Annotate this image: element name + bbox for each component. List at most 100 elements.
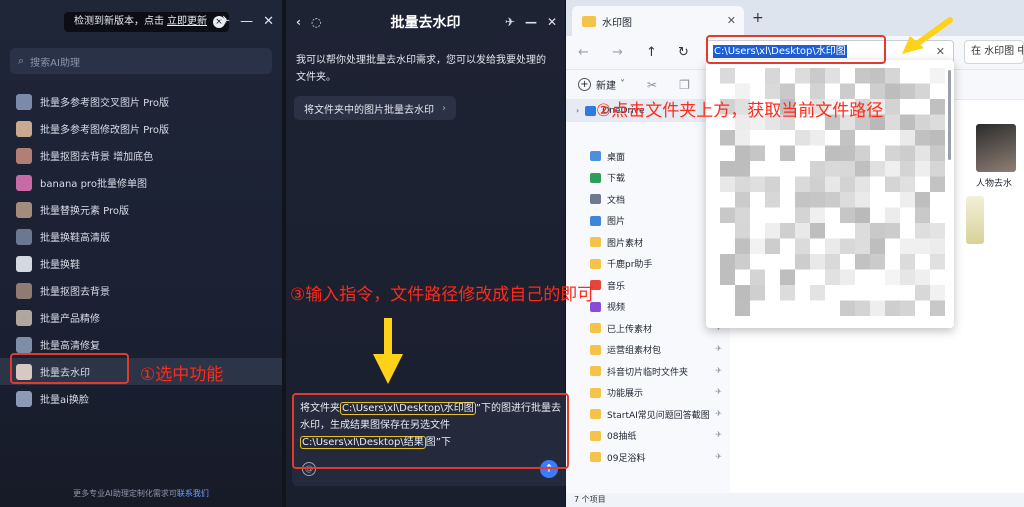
pin-icon[interactable]: ✈ — [715, 430, 722, 439]
pin-icon[interactable]: ✈ — [715, 409, 722, 418]
forward-arrow-icon[interactable]: → — [612, 45, 623, 60]
folder-icon — [590, 151, 601, 162]
pin-icon[interactable]: ✈ — [715, 344, 722, 353]
function-item[interactable]: 批量多参考图修改图片 Pro版 — [0, 115, 282, 142]
pin-icon[interactable]: ✈ — [219, 14, 230, 29]
contact-us-link[interactable]: 联系我们 — [177, 489, 209, 498]
up-arrow-icon[interactable]: ↑ — [646, 45, 657, 60]
mosaic-cell — [900, 238, 915, 254]
mosaic-cell — [885, 161, 900, 177]
pin-icon[interactable]: ✈ — [715, 452, 722, 461]
minimize-icon[interactable]: — — [240, 14, 253, 29]
new-button[interactable]: + 新建 ˅ — [578, 77, 625, 92]
mosaic-cell — [855, 223, 870, 239]
image-thumbnail[interactable] — [976, 124, 1016, 172]
mosaic-cell — [810, 176, 825, 192]
folder-icon — [590, 409, 601, 420]
function-item[interactable]: 批量产品精修 — [0, 304, 282, 331]
function-label: 批量抠图去背景 — [40, 287, 110, 298]
nav-item[interactable]: 08抽纸 ✈ — [566, 425, 730, 447]
nav-item[interactable]: StartAI常见问题回答截图 ✈ — [566, 404, 730, 426]
image-thumbnail[interactable] — [966, 196, 984, 244]
function-item[interactable]: 批量ai换脸 — [0, 385, 282, 412]
mosaic-cell — [720, 161, 735, 177]
mosaic-cell — [885, 300, 900, 316]
nav-item-label: 功能展示 — [607, 389, 644, 400]
function-item[interactable]: 批量抠图去背景 增加底色 — [0, 142, 282, 169]
footer-text: 更多专业AI助理定制化需求可 — [73, 489, 177, 498]
mosaic-cell — [825, 192, 840, 208]
mosaic-cell — [930, 176, 945, 192]
folder-search-placeholder: 在 水印图 中 — [971, 46, 1024, 57]
cut-icon[interactable]: ✂ — [647, 78, 657, 92]
chat-icon[interactable]: ◌ — [311, 15, 321, 29]
back-icon[interactable]: ‹ — [296, 15, 301, 29]
function-item[interactable]: 批量换鞋 — [0, 250, 282, 277]
folder-icon — [590, 452, 601, 463]
mosaic-cell — [930, 238, 945, 254]
mosaic-cell — [930, 161, 945, 177]
nav-item[interactable]: 抖音切片临时文件夹 ✈ — [566, 361, 730, 383]
nav-item-label: StartAI常见问题回答截图 — [607, 410, 710, 421]
copy-icon[interactable]: ❐ — [679, 78, 690, 92]
mosaic-cell — [840, 161, 855, 177]
highlight-address-bar — [706, 35, 886, 64]
mosaic-cell — [795, 238, 810, 254]
function-label: 批量替换元素 Pro版 — [40, 206, 130, 217]
function-label: banana pro批量修单图 — [40, 179, 147, 190]
mosaic-cell — [855, 192, 870, 208]
function-label: 批量换鞋高清版 — [40, 233, 110, 244]
mosaic-cell — [900, 83, 915, 99]
mosaic-cell — [870, 161, 885, 177]
mosaic-cell — [915, 192, 930, 208]
update-notice[interactable]: 检测到新版本，点击 立即更新 × — [64, 12, 229, 32]
pin-icon[interactable]: ✈ — [715, 387, 722, 396]
close-tab-icon[interactable]: ✕ — [727, 14, 736, 27]
pin-icon[interactable]: ✈ — [505, 15, 515, 29]
update-now-link[interactable]: 立即更新 — [167, 16, 207, 27]
function-label: 批量ai换脸 — [40, 395, 89, 406]
mosaic-cell — [750, 238, 765, 254]
folder-search-input[interactable]: 在 水印图 中 — [964, 40, 1024, 64]
function-panel: 检测到新版本，点击 立即更新 × ✈ — ✕ ⌕ 搜索AI助理 批量多参考图交叉图… — [0, 0, 282, 507]
function-item[interactable]: 批量换鞋高清版 — [0, 223, 282, 250]
mosaic-cell — [900, 269, 915, 285]
nav-item-label: 已上传素材 — [607, 324, 653, 335]
suggestion-label: 将文件夹中的图片批量去水印 — [304, 104, 434, 116]
mosaic-cell — [735, 176, 750, 192]
nav-item-label: 音乐 — [607, 281, 626, 292]
close-icon[interactable]: ✕ — [547, 15, 557, 29]
tab-watermark-folder[interactable]: 水印图 ✕ — [572, 6, 744, 36]
mosaic-cell — [735, 192, 750, 208]
new-tab-icon[interactable]: + — [752, 10, 764, 26]
pin-icon[interactable]: ✈ — [715, 366, 722, 375]
arrow-diagonal-icon — [902, 17, 953, 54]
search-input[interactable]: ⌕ 搜索AI助理 — [10, 48, 272, 74]
mosaic-cell — [900, 130, 915, 146]
mosaic-cell — [870, 254, 885, 270]
nav-item[interactable]: 运营组素材包 ✈ — [566, 339, 730, 361]
function-item[interactable]: 批量抠图去背景 — [0, 277, 282, 304]
mosaic-cell — [810, 285, 825, 301]
suggestion-chip[interactable]: 将文件夹中的图片批量去水印 › — [294, 96, 456, 120]
function-item[interactable]: banana pro批量修单图 — [0, 169, 282, 196]
function-item[interactable]: 批量替换元素 Pro版 — [0, 196, 282, 223]
mosaic-cell — [735, 207, 750, 223]
refresh-icon[interactable]: ↻ — [678, 45, 689, 60]
mosaic-cell — [885, 68, 900, 84]
minimize-icon[interactable]: — — [525, 15, 537, 29]
mosaic-cell — [930, 223, 945, 239]
folder-icon — [590, 323, 601, 334]
dropdown-scrollbar[interactable] — [948, 70, 951, 160]
function-thumbnail-icon — [16, 228, 32, 245]
header-right-icons: ✈ — ✕ — [505, 15, 557, 29]
close-icon[interactable]: ✕ — [263, 14, 274, 29]
function-item[interactable]: 批量多参考图交叉图片 Pro版 — [0, 88, 282, 115]
mosaic-cell — [735, 161, 750, 177]
nav-item[interactable]: 09足浴料 ✈ — [566, 447, 730, 469]
mosaic-cell — [840, 269, 855, 285]
mosaic-cell — [840, 192, 855, 208]
thumbnail-label: 人物去水 — [976, 179, 1013, 189]
back-arrow-icon[interactable]: ← — [578, 45, 589, 60]
nav-item[interactable]: 功能展示 ✈ — [566, 382, 730, 404]
